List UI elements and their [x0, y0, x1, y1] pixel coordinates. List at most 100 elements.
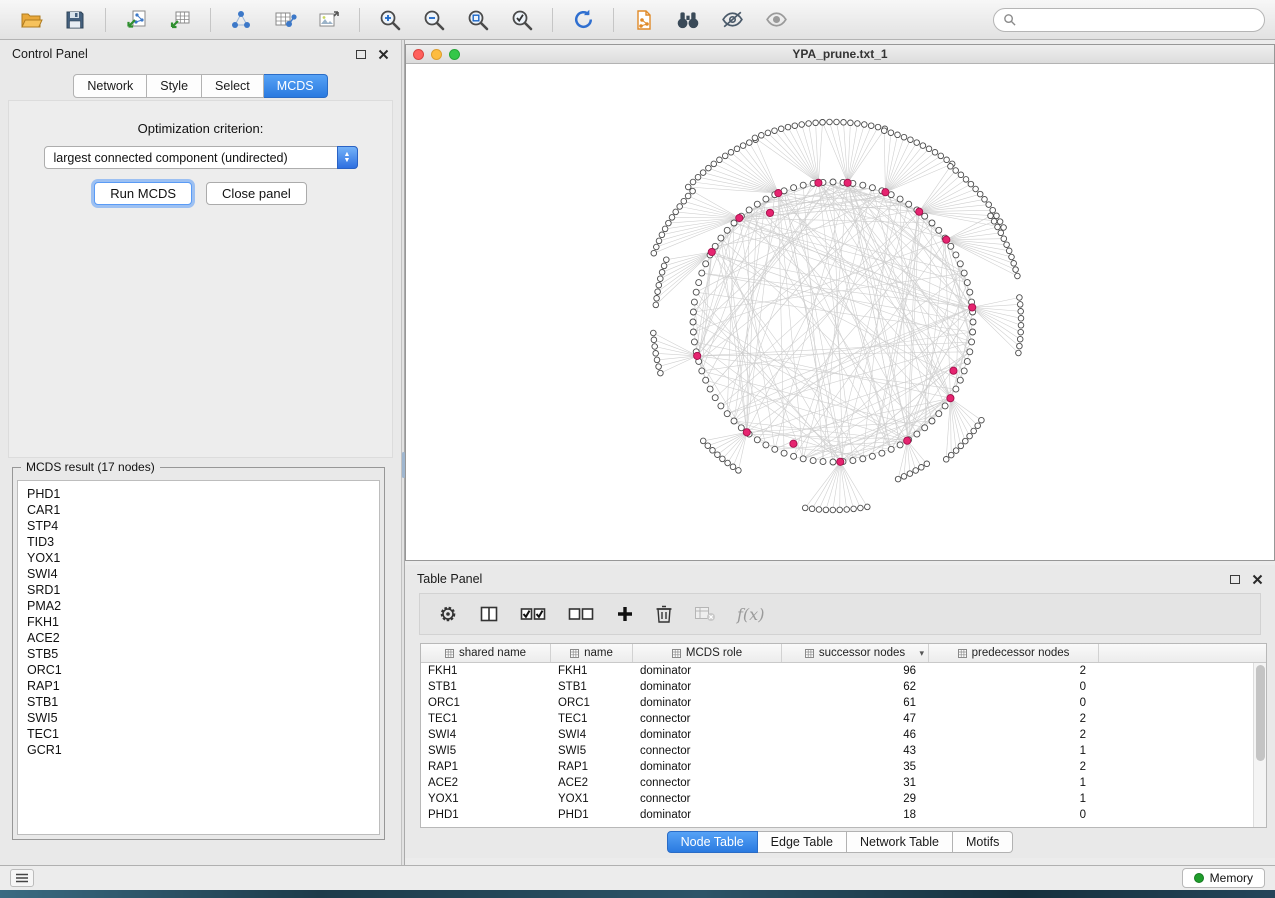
- maximize-window-icon[interactable]: [449, 49, 460, 60]
- table-row[interactable]: PHD1PHD1dominator180: [421, 807, 1253, 823]
- table-panel: Table Panel: [405, 565, 1275, 858]
- zoom-selected-button[interactable]: [501, 4, 543, 36]
- table-row[interactable]: ACE2ACE2connector311: [421, 775, 1253, 791]
- column-header-shared-name[interactable]: shared name: [421, 644, 551, 662]
- scrollbar-thumb[interactable]: [1256, 665, 1265, 761]
- export-network-button[interactable]: [623, 4, 665, 36]
- close-panel-icon[interactable]: [378, 49, 389, 60]
- table-row[interactable]: TEC1TEC1connector472: [421, 711, 1253, 727]
- zoom-out-button[interactable]: [413, 4, 455, 36]
- run-mcds-button[interactable]: Run MCDS: [94, 182, 192, 205]
- table-cell: ORC1: [551, 697, 633, 709]
- application-window: Control Panel NetworkStyleSelectMCDS Opt…: [0, 0, 1275, 898]
- table-toolbar: f(x): [419, 593, 1261, 635]
- zoom-in-button[interactable]: [369, 4, 411, 36]
- float-panel-icon[interactable]: [356, 50, 366, 59]
- tab-select[interactable]: Select: [202, 74, 264, 98]
- result-node[interactable]: TID3: [27, 534, 379, 550]
- sort-menu-arrow[interactable]: ▾: [919, 648, 924, 659]
- zoom-out-icon: [421, 7, 447, 33]
- result-node[interactable]: RAP1: [27, 678, 379, 694]
- table-cell: 18: [782, 809, 929, 821]
- save-session-button[interactable]: [54, 4, 96, 36]
- result-node[interactable]: SWI5: [27, 710, 379, 726]
- tab-network-table[interactable]: Network Table: [847, 831, 953, 853]
- result-node[interactable]: SWI4: [27, 566, 379, 582]
- result-node[interactable]: PMA2: [27, 598, 379, 614]
- hide-button[interactable]: [711, 4, 753, 36]
- deselect-all-icon: [568, 605, 595, 623]
- network-canvas[interactable]: [406, 64, 1274, 560]
- result-node[interactable]: STP4: [27, 518, 379, 534]
- result-node[interactable]: STB1: [27, 694, 379, 710]
- optimization-criterion-select[interactable]: largest connected component (undirected)…: [44, 146, 358, 169]
- tab-style[interactable]: Style: [147, 74, 202, 98]
- import-table-button[interactable]: [159, 4, 201, 36]
- table-row[interactable]: RAP1RAP1dominator352: [421, 759, 1253, 775]
- table-row[interactable]: FKH1FKH1dominator962: [421, 663, 1253, 679]
- table-row[interactable]: SWI4SWI4dominator462: [421, 727, 1253, 743]
- find-button[interactable]: [667, 4, 709, 36]
- result-node[interactable]: PHD1: [27, 486, 379, 502]
- result-node[interactable]: SRD1: [27, 582, 379, 598]
- show-columns-button[interactable]: [479, 604, 499, 624]
- column-header-successor-nodes[interactable]: successor nodes▾: [782, 644, 929, 662]
- add-column-button[interactable]: [616, 605, 634, 623]
- column-type-icon: [445, 649, 454, 658]
- zoom-fit-button[interactable]: [457, 4, 499, 36]
- refresh-button[interactable]: [562, 4, 604, 36]
- zoom-selected-icon: [509, 7, 535, 33]
- result-node[interactable]: GCR1: [27, 742, 379, 758]
- table-scrollbar[interactable]: [1253, 663, 1266, 827]
- table-cell: RAP1: [551, 761, 633, 773]
- deselect-all-button[interactable]: [568, 605, 595, 623]
- export-image-button[interactable]: [308, 4, 350, 36]
- table-cell: 29: [782, 793, 929, 805]
- result-node[interactable]: ACE2: [27, 630, 379, 646]
- float-panel-icon[interactable]: [1230, 575, 1240, 584]
- open-file-button[interactable]: [10, 4, 52, 36]
- table-row[interactable]: SWI5SWI5connector431: [421, 743, 1253, 759]
- column-header-name[interactable]: name: [551, 644, 633, 662]
- import-network-button[interactable]: [115, 4, 157, 36]
- result-node[interactable]: ORC1: [27, 662, 379, 678]
- tab-node-table[interactable]: Node Table: [667, 831, 758, 853]
- close-panel-icon[interactable]: [1252, 574, 1263, 585]
- result-node[interactable]: YOX1: [27, 550, 379, 566]
- search-input[interactable]: [1021, 13, 1255, 27]
- trash-icon: [655, 604, 673, 624]
- export-image-icon: [317, 8, 341, 32]
- selected-criterion: largest connected component (undirected): [54, 151, 288, 165]
- new-network-button[interactable]: [220, 4, 262, 36]
- tab-edge-table[interactable]: Edge Table: [758, 831, 847, 853]
- tab-mcds[interactable]: MCDS: [264, 74, 328, 98]
- mcds-result-list[interactable]: PHD1CAR1STP4TID3YOX1SWI4SRD1PMA2FKH1ACE2…: [17, 480, 380, 835]
- result-node[interactable]: TEC1: [27, 726, 379, 742]
- result-node[interactable]: FKH1: [27, 614, 379, 630]
- tab-motifs[interactable]: Motifs: [953, 831, 1013, 853]
- table-row[interactable]: YOX1YOX1connector291: [421, 791, 1253, 807]
- table-row[interactable]: STB1STB1dominator620: [421, 679, 1253, 695]
- result-node[interactable]: STB5: [27, 646, 379, 662]
- table-row[interactable]: ORC1ORC1dominator610: [421, 695, 1253, 711]
- table-cell: 47: [782, 713, 929, 725]
- table-settings-button[interactable]: [438, 604, 458, 624]
- table-cell: connector: [633, 793, 782, 805]
- task-history-button[interactable]: [10, 869, 34, 887]
- search-box[interactable]: [993, 8, 1265, 32]
- memory-button[interactable]: Memory: [1182, 868, 1265, 888]
- column-header-MCDS-role[interactable]: MCDS role: [633, 644, 782, 662]
- network-from-table-button[interactable]: [264, 4, 306, 36]
- toolbar-separator: [613, 8, 614, 32]
- table-cell: dominator: [633, 809, 782, 821]
- network-titlebar[interactable]: YPA_prune.txt_1: [406, 45, 1274, 64]
- result-node[interactable]: CAR1: [27, 502, 379, 518]
- close-window-icon[interactable]: [413, 49, 424, 60]
- delete-column-button[interactable]: [655, 604, 673, 624]
- minimize-window-icon[interactable]: [431, 49, 442, 60]
- show-button[interactable]: [755, 4, 797, 36]
- tab-network[interactable]: Network: [73, 74, 147, 98]
- select-all-button[interactable]: [520, 605, 547, 623]
- close-panel-button[interactable]: Close panel: [206, 182, 307, 205]
- column-header-predecessor-nodes[interactable]: predecessor nodes: [929, 644, 1099, 662]
